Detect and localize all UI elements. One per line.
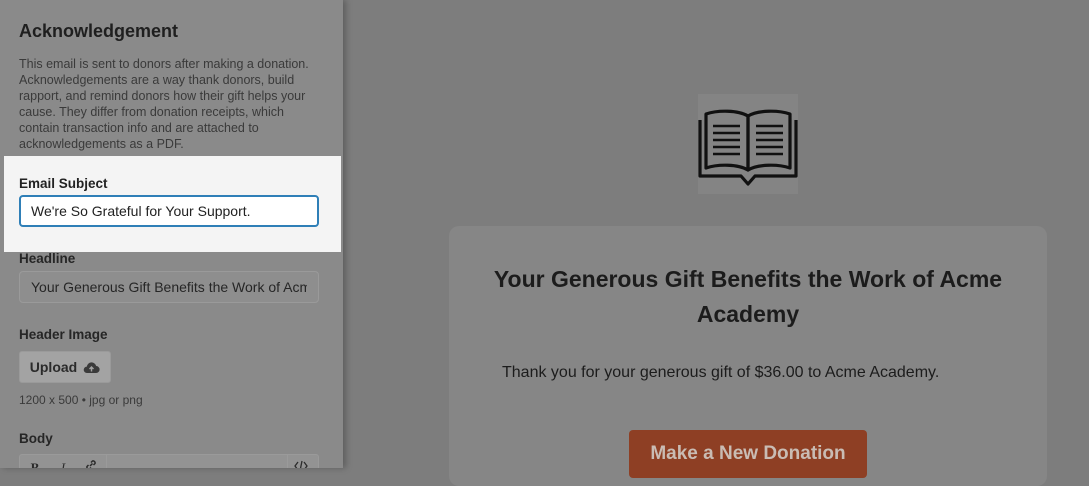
- toolbar-divider: [287, 455, 288, 468]
- header-image-label: Header Image: [19, 327, 108, 342]
- cloud-upload-icon: [83, 361, 100, 373]
- toolbar-divider: [106, 455, 107, 468]
- upload-button[interactable]: Upload: [19, 351, 111, 383]
- header-logo: [698, 94, 798, 194]
- panel-description: This email is sent to donors after makin…: [19, 57, 309, 151]
- make-new-donation-button[interactable]: Make a New Donation: [629, 430, 867, 478]
- code-icon: [294, 460, 308, 468]
- upload-label: Upload: [29, 359, 78, 375]
- body-label: Body: [19, 431, 53, 446]
- italic-button[interactable]: I: [50, 458, 76, 468]
- headline-label: Headline: [19, 251, 76, 266]
- email-subject-input[interactable]: [19, 195, 319, 227]
- headline-input[interactable]: [19, 271, 319, 303]
- bold-button[interactable]: B: [22, 458, 48, 468]
- settings-panel: Acknowledgement This email is sent to do…: [0, 0, 343, 468]
- body-editor-toolbar: B I: [19, 454, 319, 468]
- link-button[interactable]: [78, 458, 104, 468]
- panel-title: Acknowledgement: [19, 21, 179, 41]
- source-code-button[interactable]: [288, 458, 314, 468]
- link-icon: [86, 460, 96, 468]
- upload-hint: 1200 x 500 • jpg or png: [19, 393, 143, 407]
- email-preview-card: Your Generous Gift Benefits the Work of …: [449, 226, 1047, 486]
- preview-message: Thank you for your generous gift of $36.…: [502, 364, 940, 381]
- email-subject-section: Email Subject: [4, 156, 341, 252]
- preview-headline: Your Generous Gift Benefits the Work of …: [493, 266, 1003, 327]
- open-book-icon: [698, 109, 798, 186]
- email-subject-label: Email Subject: [19, 176, 108, 191]
